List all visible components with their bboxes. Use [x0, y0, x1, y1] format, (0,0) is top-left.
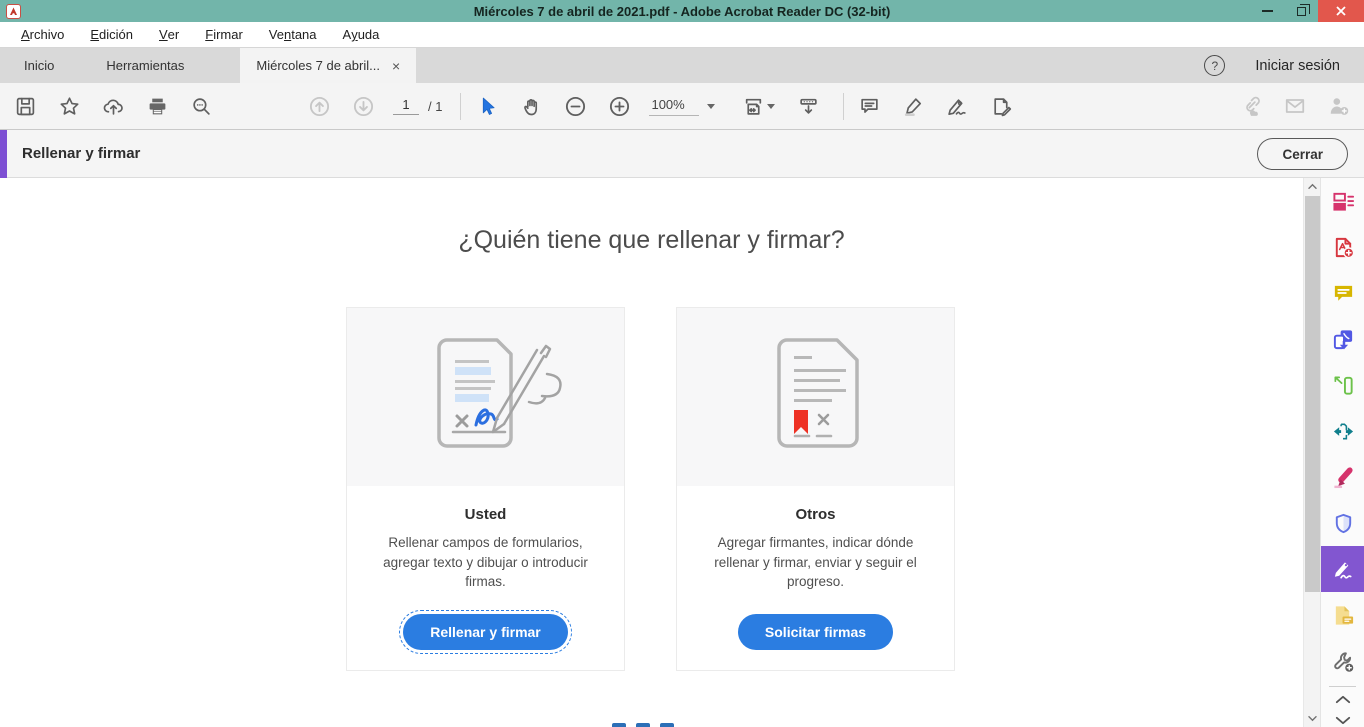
fill-sign-illustration [347, 308, 624, 486]
window-title: Miércoles 7 de abril de 2021.pdf - Adobe… [473, 3, 891, 19]
sign-in-button[interactable]: Iniciar sesión [1255, 58, 1340, 74]
menu-ayuda[interactable]: Ay uda [330, 22, 393, 47]
star-icon[interactable] [55, 92, 83, 120]
solicitar-firmas-button[interactable]: Solicitar firmas [737, 613, 894, 650]
zoom-level-dropdown[interactable]: 100% [649, 97, 715, 116]
scroll-mode-icon[interactable] [795, 92, 823, 120]
menu-ver[interactable]: Ver [146, 22, 192, 47]
menu-ventana[interactable]: Ve n tana [256, 22, 330, 47]
close-button[interactable] [1318, 0, 1364, 22]
menu-archivo[interactable]: Archivo [8, 22, 77, 47]
edit-pdf-icon[interactable] [1321, 362, 1364, 408]
compress-pdf-icon[interactable] [1321, 408, 1364, 454]
zoom-out-icon[interactable] [561, 92, 589, 120]
protect-icon[interactable] [1321, 500, 1364, 546]
tab-document-label: Miércoles 7 de abril... [256, 58, 380, 73]
card-otros: Otros Agregar firmantes, indicar dónde r… [676, 307, 955, 671]
menu-edicion[interactable]: Edición [77, 22, 146, 47]
select-icon[interactable] [473, 92, 501, 120]
panel-title: Rellenar y firmar [22, 145, 141, 162]
clipped-footer-link[interactable] [612, 721, 702, 727]
acrobat-reader-window: Miércoles 7 de abril de 2021.pdf - Adobe… [0, 0, 1364, 727]
comments-icon[interactable] [1321, 270, 1364, 316]
card-otros-title: Otros [795, 506, 836, 523]
cloud-upload-icon[interactable] [99, 92, 127, 120]
scroll-up-icon[interactable] [1304, 178, 1321, 195]
hand-icon[interactable] [517, 92, 545, 120]
card-usted: Usted Rellenar campos de formularios, ag… [346, 307, 625, 671]
menu-firmar[interactable]: Firmar [192, 22, 256, 47]
page-number-input[interactable] [393, 97, 419, 115]
page-down-icon [349, 92, 377, 120]
main-content: ¿Quién tiene que rellenar y firmar? Uste… [0, 178, 1303, 727]
create-pdf-icon[interactable] [1321, 224, 1364, 270]
tab-inicio[interactable]: Inicio [4, 48, 74, 83]
fit-width-icon[interactable] [739, 92, 779, 120]
print-icon[interactable] [143, 92, 171, 120]
save-icon[interactable] [11, 92, 39, 120]
more-tools-icon[interactable] [1321, 638, 1364, 684]
menu-bar: Archivo Edición Ver Firmar Ve n tana Ay uda [0, 22, 1364, 48]
vertical-scrollbar[interactable] [1303, 178, 1320, 727]
help-icon[interactable]: ? [1204, 55, 1226, 76]
close-icon [1336, 6, 1346, 16]
fill-sign-panel-header: Rellenar y firmar Cerrar [0, 130, 1364, 178]
rail-chevron-down-icon[interactable] [1321, 710, 1364, 727]
export-pdf-icon[interactable] [1321, 316, 1364, 362]
chevron-down-icon [766, 103, 775, 109]
scroll-down-icon[interactable] [1304, 710, 1321, 727]
fill-and-sign-icon[interactable] [1321, 546, 1364, 592]
card-usted-title: Usted [464, 506, 507, 523]
rellenar-y-firmar-button[interactable]: Rellenar y firmar [399, 609, 572, 654]
page-total-label: / 1 [428, 98, 443, 114]
panel-accent-stripe [0, 130, 7, 178]
share-link-icon [1237, 92, 1265, 120]
page-title: ¿Quién tiene que rellenar y firmar? [458, 226, 845, 254]
chevron-down-icon [706, 103, 715, 109]
minimize-icon [1261, 10, 1273, 12]
highlighter-icon[interactable] [900, 92, 928, 120]
tab-close-icon[interactable]: × [392, 58, 400, 74]
tab-bar: Inicio Herramientas Miércoles 7 de abril… [0, 48, 1364, 83]
zoom-in-icon[interactable] [605, 92, 633, 120]
email-icon [1281, 92, 1309, 120]
organize-pages-icon[interactable] [1321, 178, 1364, 224]
sign-icon[interactable] [944, 92, 972, 120]
search-icon[interactable] [187, 92, 215, 120]
restore-icon [1296, 3, 1310, 16]
tab-document[interactable]: Miércoles 7 de abril... × [240, 48, 417, 83]
rail-chevron-up-icon[interactable] [1321, 689, 1364, 710]
restore-button[interactable] [1284, 0, 1318, 22]
minimize-button[interactable] [1250, 0, 1284, 22]
rail-divider [1329, 686, 1356, 687]
tools-rail [1320, 178, 1364, 727]
request-signatures-illustration [677, 308, 954, 486]
tab-herramientas[interactable]: Herramientas [86, 48, 204, 83]
cerrar-button[interactable]: Cerrar [1257, 138, 1348, 170]
stamp-icon[interactable] [988, 92, 1016, 120]
add-person-icon [1325, 92, 1353, 120]
card-otros-description: Agregar firmantes, indicar dónde rellena… [714, 535, 917, 590]
scrollbar-thumb[interactable] [1305, 196, 1320, 592]
zoom-level-value: 100% [649, 97, 699, 116]
toolbar: / 1 100% [0, 83, 1364, 130]
highlight-pen-icon[interactable] [1321, 454, 1364, 500]
share-for-comments-icon[interactable] [1321, 592, 1364, 638]
comment-icon[interactable] [856, 92, 884, 120]
card-usted-description: Rellenar campos de formularios, agregar … [383, 535, 588, 590]
title-bar: Miércoles 7 de abril de 2021.pdf - Adobe… [0, 0, 1364, 22]
page-up-icon [305, 92, 333, 120]
